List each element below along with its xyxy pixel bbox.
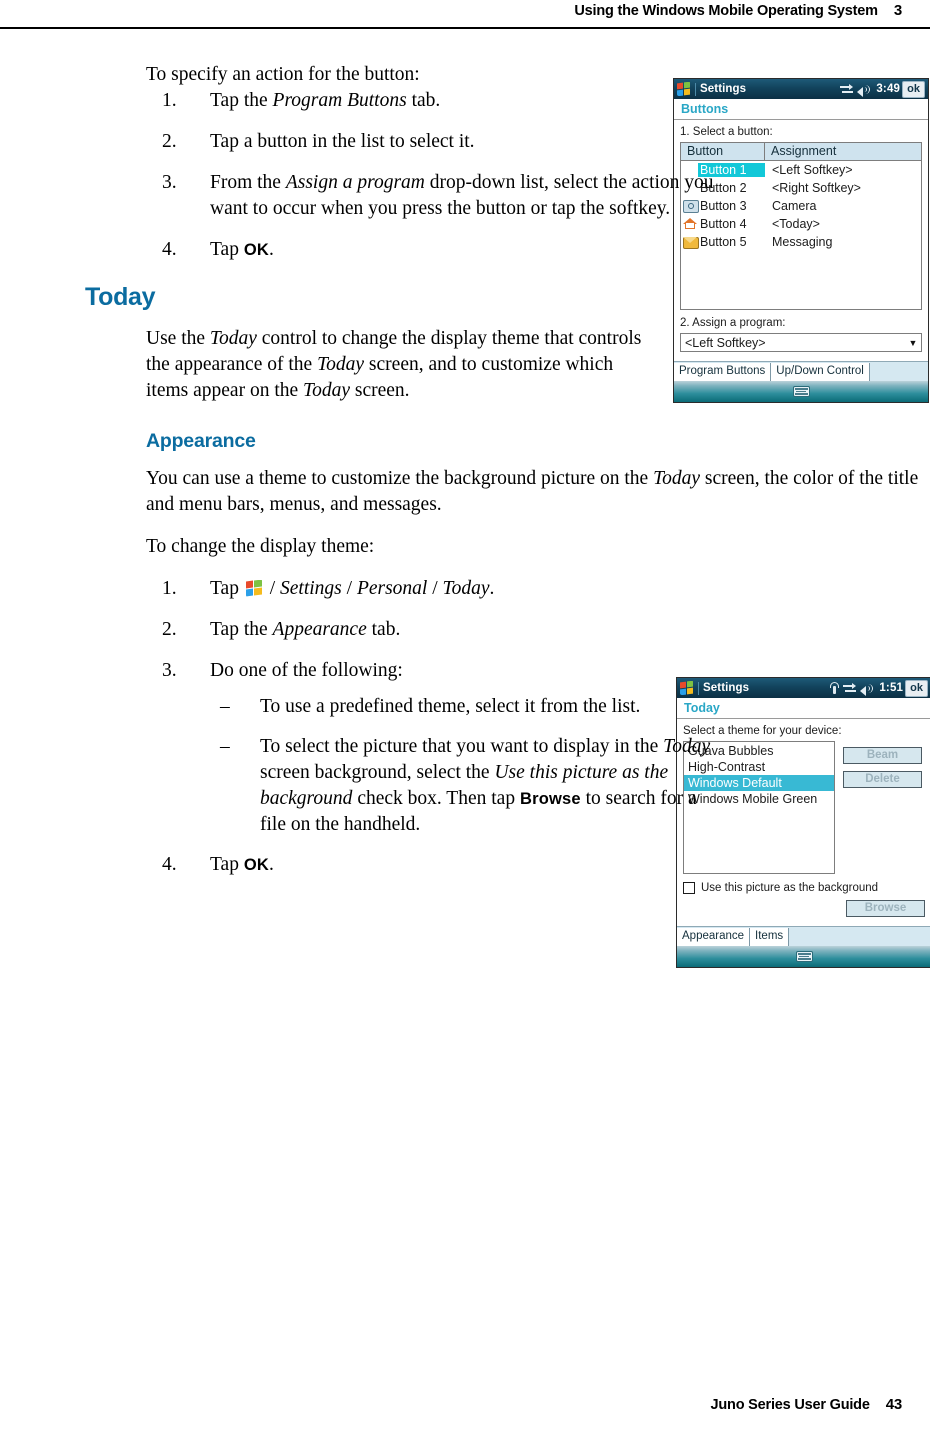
list-item: 1. Tap the Program Buttons tab.	[146, 88, 710, 114]
step-number: 2.	[162, 131, 177, 152]
change-theme-lead: To change the display theme:	[146, 536, 375, 557]
step-number: 1.	[162, 90, 177, 111]
dash-bullet: –	[220, 736, 230, 757]
header-title-block: Using the Windows Mobile Operating Syste…	[574, 2, 902, 19]
list-item: – To use a predefined theme, select it f…	[210, 694, 715, 720]
list-item: 2. Tap the Appearance tab.	[146, 617, 710, 643]
substep-text: To select the picture that you want to d…	[260, 736, 711, 835]
step-emphasis: Assign a program	[285, 172, 425, 193]
step-number: 4.	[162, 239, 177, 260]
header-rule	[0, 27, 930, 29]
page-title: Today	[85, 283, 156, 311]
today-paragraph-part1: Use the Today control to change the disp…	[146, 328, 642, 401]
tab-appearance[interactable]: Appearance	[677, 928, 751, 946]
main-content: To specify an action for the button: 1. …	[85, 62, 928, 893]
steps-list-theme: 1. Tap / Settings / Personal / Today. 2.…	[146, 576, 928, 878]
today-emphasis-3: Today	[303, 380, 350, 401]
list-item: 3. Do one of the following: – To use a p…	[146, 658, 715, 838]
keyboard-icon[interactable]	[795, 951, 813, 962]
step-text: Tap OK.	[210, 239, 274, 260]
footer-guide-title: Juno Series User Guide	[710, 1397, 870, 1413]
dash-bullet: –	[220, 696, 230, 717]
page-footer: Juno Series User Guide 43	[710, 1396, 903, 1413]
menu-path-settings: Settings	[280, 578, 342, 599]
list-item: 2. Tap a button in the list to select it…	[146, 129, 710, 155]
step-number: 2.	[162, 619, 177, 640]
ok-keyword: OK	[243, 241, 269, 259]
list-item: 4. Tap OK.	[146, 237, 710, 263]
appearance-paragraph: You can use a theme to customize the bac…	[146, 468, 919, 515]
appearance-emphasis: Today	[653, 468, 701, 489]
list-item: 4. Tap OK.	[146, 852, 710, 878]
list-item: 3. From the Assign a program drop-down l…	[146, 170, 715, 222]
step-number: 4.	[162, 854, 177, 875]
step-text: Tap a button in the list to select it.	[210, 131, 475, 152]
step-text: Do one of the following:	[210, 660, 403, 681]
subsection-appearance-title: Appearance	[146, 430, 256, 452]
browse-button[interactable]: Browse	[846, 900, 925, 917]
step-number: 3.	[162, 172, 177, 193]
footer-page-number: 43	[885, 1396, 903, 1413]
ok-keyword: OK	[243, 856, 269, 874]
step-number: 1.	[162, 578, 177, 599]
header-chapter-number: 3	[893, 2, 902, 19]
step-text: From the Assign a program drop-down list…	[210, 172, 714, 219]
device-softkey-bar	[677, 946, 930, 967]
step-text: Tap the Appearance tab.	[210, 619, 401, 640]
menu-path-personal: Personal	[356, 578, 428, 599]
tab-items[interactable]: Items	[750, 928, 790, 946]
today-emphasis-1: Today	[209, 328, 257, 349]
substep-text: To use a predefined theme, select it fro…	[260, 696, 641, 717]
step-emphasis: Appearance	[272, 619, 367, 640]
list-item: 1. Tap / Settings / Personal / Today.	[146, 576, 710, 602]
step-text: Tap OK.	[210, 854, 274, 875]
today-emphasis-2: Today	[317, 354, 365, 375]
browse-row: Browse	[683, 900, 925, 917]
step-number: 3.	[162, 660, 177, 681]
list-item: – To select the picture that you want to…	[210, 734, 715, 838]
step-emphasis: Program Buttons	[272, 90, 407, 111]
device-tabstrip: Appearance Items	[677, 926, 930, 946]
step-text: Tap the Program Buttons tab.	[210, 90, 441, 111]
step-text: Tap / Settings / Personal / Today.	[210, 578, 495, 599]
steps-list-buttons: 1. Tap the Program Buttons tab. 2. Tap a…	[146, 88, 928, 263]
menu-path-today: Today	[442, 578, 490, 599]
windows-start-flag-icon	[245, 580, 263, 597]
page-header: Using the Windows Mobile Operating Syste…	[0, 0, 930, 30]
substeps-list: – To use a predefined theme, select it f…	[210, 694, 715, 838]
header-title: Using the Windows Mobile Operating Syste…	[574, 3, 878, 19]
substep-emphasis-today: Today	[663, 736, 711, 757]
browse-keyword: Browse	[519, 790, 581, 808]
intro-buttons-paragraph: To specify an action for the button:	[146, 64, 420, 85]
